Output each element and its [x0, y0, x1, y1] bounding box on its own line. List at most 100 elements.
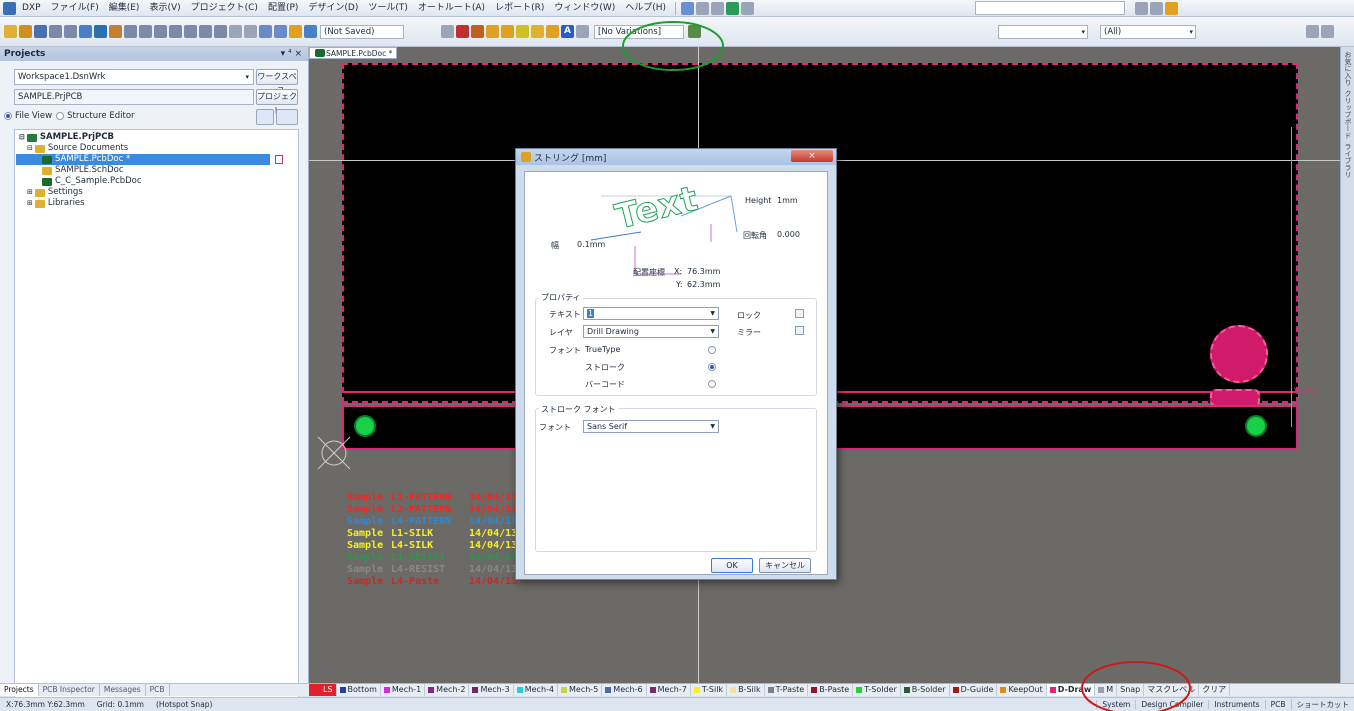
menu-project[interactable]: プロジェクト(C) — [186, 1, 263, 15]
arc-icon[interactable] — [516, 25, 529, 38]
move-icon[interactable] — [214, 25, 227, 38]
status-shortcut[interactable]: ショートカット — [1290, 699, 1354, 710]
pad-icon[interactable] — [501, 25, 514, 38]
open-icon[interactable] — [19, 25, 32, 38]
layer-tab-mech-4[interactable]: Mech-4 — [514, 684, 559, 696]
tree-libraries[interactable]: ⊞ Libraries — [27, 198, 85, 209]
menu-dxp[interactable]: DXP — [17, 1, 46, 15]
structure-editor-radio[interactable] — [56, 112, 65, 120]
menu-edit[interactable]: 編集(E) — [104, 1, 145, 15]
panel-pin-controls[interactable]: ▾ ⁴ × — [281, 47, 308, 61]
paste-icon[interactable] — [169, 25, 182, 38]
doc-tab-sample-pcbdoc[interactable]: SAMPLE.PcbDoc * — [309, 47, 398, 59]
interactive-route-icon[interactable] — [456, 25, 469, 38]
panel-tab-clipboard[interactable]: クリップボード — [1343, 90, 1353, 139]
select-area-icon[interactable] — [199, 25, 212, 38]
project-button[interactable]: プロジェクト — [256, 89, 298, 115]
font-barcode-radio[interactable] — [708, 380, 716, 388]
panel-tab-libraries[interactable]: ライブラリ — [1343, 143, 1353, 178]
layer-tab-t-solder[interactable]: T-Solder — [853, 684, 901, 696]
status-pcb[interactable]: PCB — [1264, 700, 1291, 709]
forward-icon[interactable] — [1150, 1, 1164, 15]
component-icon[interactable] — [576, 25, 589, 38]
string-text-icon[interactable]: A — [561, 25, 574, 38]
print-icon[interactable] — [49, 25, 62, 38]
saved-state-combo[interactable]: (Not Saved) — [320, 25, 404, 39]
text-combo[interactable]: 1 ▼ — [583, 307, 719, 320]
expand-icon[interactable]: ⊞ — [27, 187, 33, 198]
layer-tab-mech-2[interactable]: Mech-2 — [425, 684, 470, 696]
tree-settings[interactable]: ⊞ Settings — [27, 187, 83, 198]
file-view-radio[interactable] — [4, 112, 12, 120]
filter-all-combo[interactable]: (All) ▾ — [1100, 25, 1196, 39]
select-icon[interactable] — [741, 1, 755, 15]
layer-tab-b-paste[interactable]: B-Paste — [808, 684, 854, 696]
menu-tools[interactable]: ツール(T) — [363, 1, 413, 15]
back-icon[interactable] — [1135, 1, 1149, 15]
clear-filter-icon[interactable] — [244, 25, 257, 38]
ok-button[interactable]: OK — [711, 558, 753, 573]
menu-autoroute[interactable]: オートルート(A) — [413, 1, 490, 15]
filter-clear-icon[interactable] — [1321, 25, 1334, 38]
align-icon[interactable] — [696, 1, 710, 15]
status-instruments[interactable]: Instruments — [1208, 700, 1264, 709]
lock-checkbox[interactable] — [795, 309, 804, 318]
tree-project-root[interactable]: ⊟ SAMPLE.PrjPCB — [19, 132, 114, 143]
layer-tab-ls[interactable]: LS — [309, 684, 337, 696]
layer-tab-mech-7[interactable]: Mech-7 — [647, 684, 691, 696]
fill-icon[interactable] — [531, 25, 544, 38]
project-field[interactable]: SAMPLE.PrjPCB — [14, 89, 254, 105]
home-icon[interactable] — [1165, 1, 1179, 15]
cancel-button[interactable]: キャンセル — [759, 558, 811, 573]
rubber-stamp-icon[interactable] — [184, 25, 197, 38]
menu-file[interactable]: ファイル(F) — [46, 1, 104, 15]
workspace-combo[interactable]: Workspace1.DsnWrk ▾ — [14, 69, 254, 85]
browse-icon[interactable] — [304, 25, 317, 38]
route-icon[interactable] — [441, 25, 454, 38]
font-truetype-radio[interactable] — [708, 346, 716, 354]
deselect-icon[interactable] — [229, 25, 242, 38]
tab-messages[interactable]: Messages — [100, 684, 146, 696]
project-options-icon[interactable] — [256, 109, 274, 125]
menu-help[interactable]: ヘルプ(H) — [620, 1, 671, 15]
redo-icon[interactable] — [274, 25, 287, 38]
tab-projects[interactable]: Projects — [0, 684, 39, 696]
layer-tab-d-guide[interactable]: D-Guide — [950, 684, 998, 696]
menu-reports[interactable]: レポート(R) — [490, 1, 549, 15]
tab-pcb[interactable]: PCB — [146, 684, 170, 696]
collapse-icon[interactable]: ⊟ — [19, 132, 25, 143]
layer-tab-mech-3[interactable]: Mech-3 — [469, 684, 514, 696]
mirror-checkbox[interactable] — [795, 326, 804, 335]
layer-tab-bottom[interactable]: Bottom — [337, 684, 381, 696]
save-icon[interactable] — [34, 25, 47, 38]
place-icon[interactable] — [711, 1, 725, 15]
undo-icon[interactable] — [259, 25, 272, 38]
tab-pcb-inspector[interactable]: PCB Inspector — [39, 684, 100, 696]
dialog-close-button[interactable]: × — [791, 150, 833, 162]
new-icon[interactable] — [4, 25, 17, 38]
copy-icon[interactable] — [154, 25, 167, 38]
expand-icon[interactable]: ⊞ — [27, 198, 33, 209]
menu-place[interactable]: 配置(P) — [263, 1, 303, 15]
layer-tab-mech-6[interactable]: Mech-6 — [602, 684, 647, 696]
zoom-icon[interactable] — [79, 25, 92, 38]
cut-icon[interactable] — [139, 25, 152, 38]
layer-tab-mech-1[interactable]: Mech-1 — [381, 684, 426, 696]
filter-apply-icon[interactable] — [1306, 25, 1319, 38]
layer-tab-keepout[interactable]: KeepOut — [997, 684, 1047, 696]
layer-tab-b-silk[interactable]: B-Silk — [727, 684, 765, 696]
layer-tab-mech-5[interactable]: Mech-5 — [558, 684, 603, 696]
layer-combo[interactable]: Drill Drawing ▼ — [583, 325, 719, 338]
zoom-fit-icon[interactable] — [94, 25, 107, 38]
tree-doc-sch[interactable]: SAMPLE.SchDoc — [42, 165, 124, 176]
panel-tab-favorites[interactable]: お気に入り — [1343, 51, 1353, 86]
polygon-icon[interactable] — [546, 25, 559, 38]
hole-size-icon[interactable] — [289, 25, 302, 38]
diff-pair-icon[interactable] — [471, 25, 484, 38]
grid-icon[interactable] — [726, 1, 740, 15]
collapse-icon[interactable]: ⊟ — [27, 143, 33, 154]
menu-design[interactable]: デザイン(D) — [303, 1, 363, 15]
tree-doc-pcb-selected[interactable]: SAMPLE.PcbDoc * — [16, 154, 270, 165]
zoom-selected-icon[interactable] — [109, 25, 122, 38]
layer-tab-b-solder[interactable]: B-Solder — [901, 684, 950, 696]
